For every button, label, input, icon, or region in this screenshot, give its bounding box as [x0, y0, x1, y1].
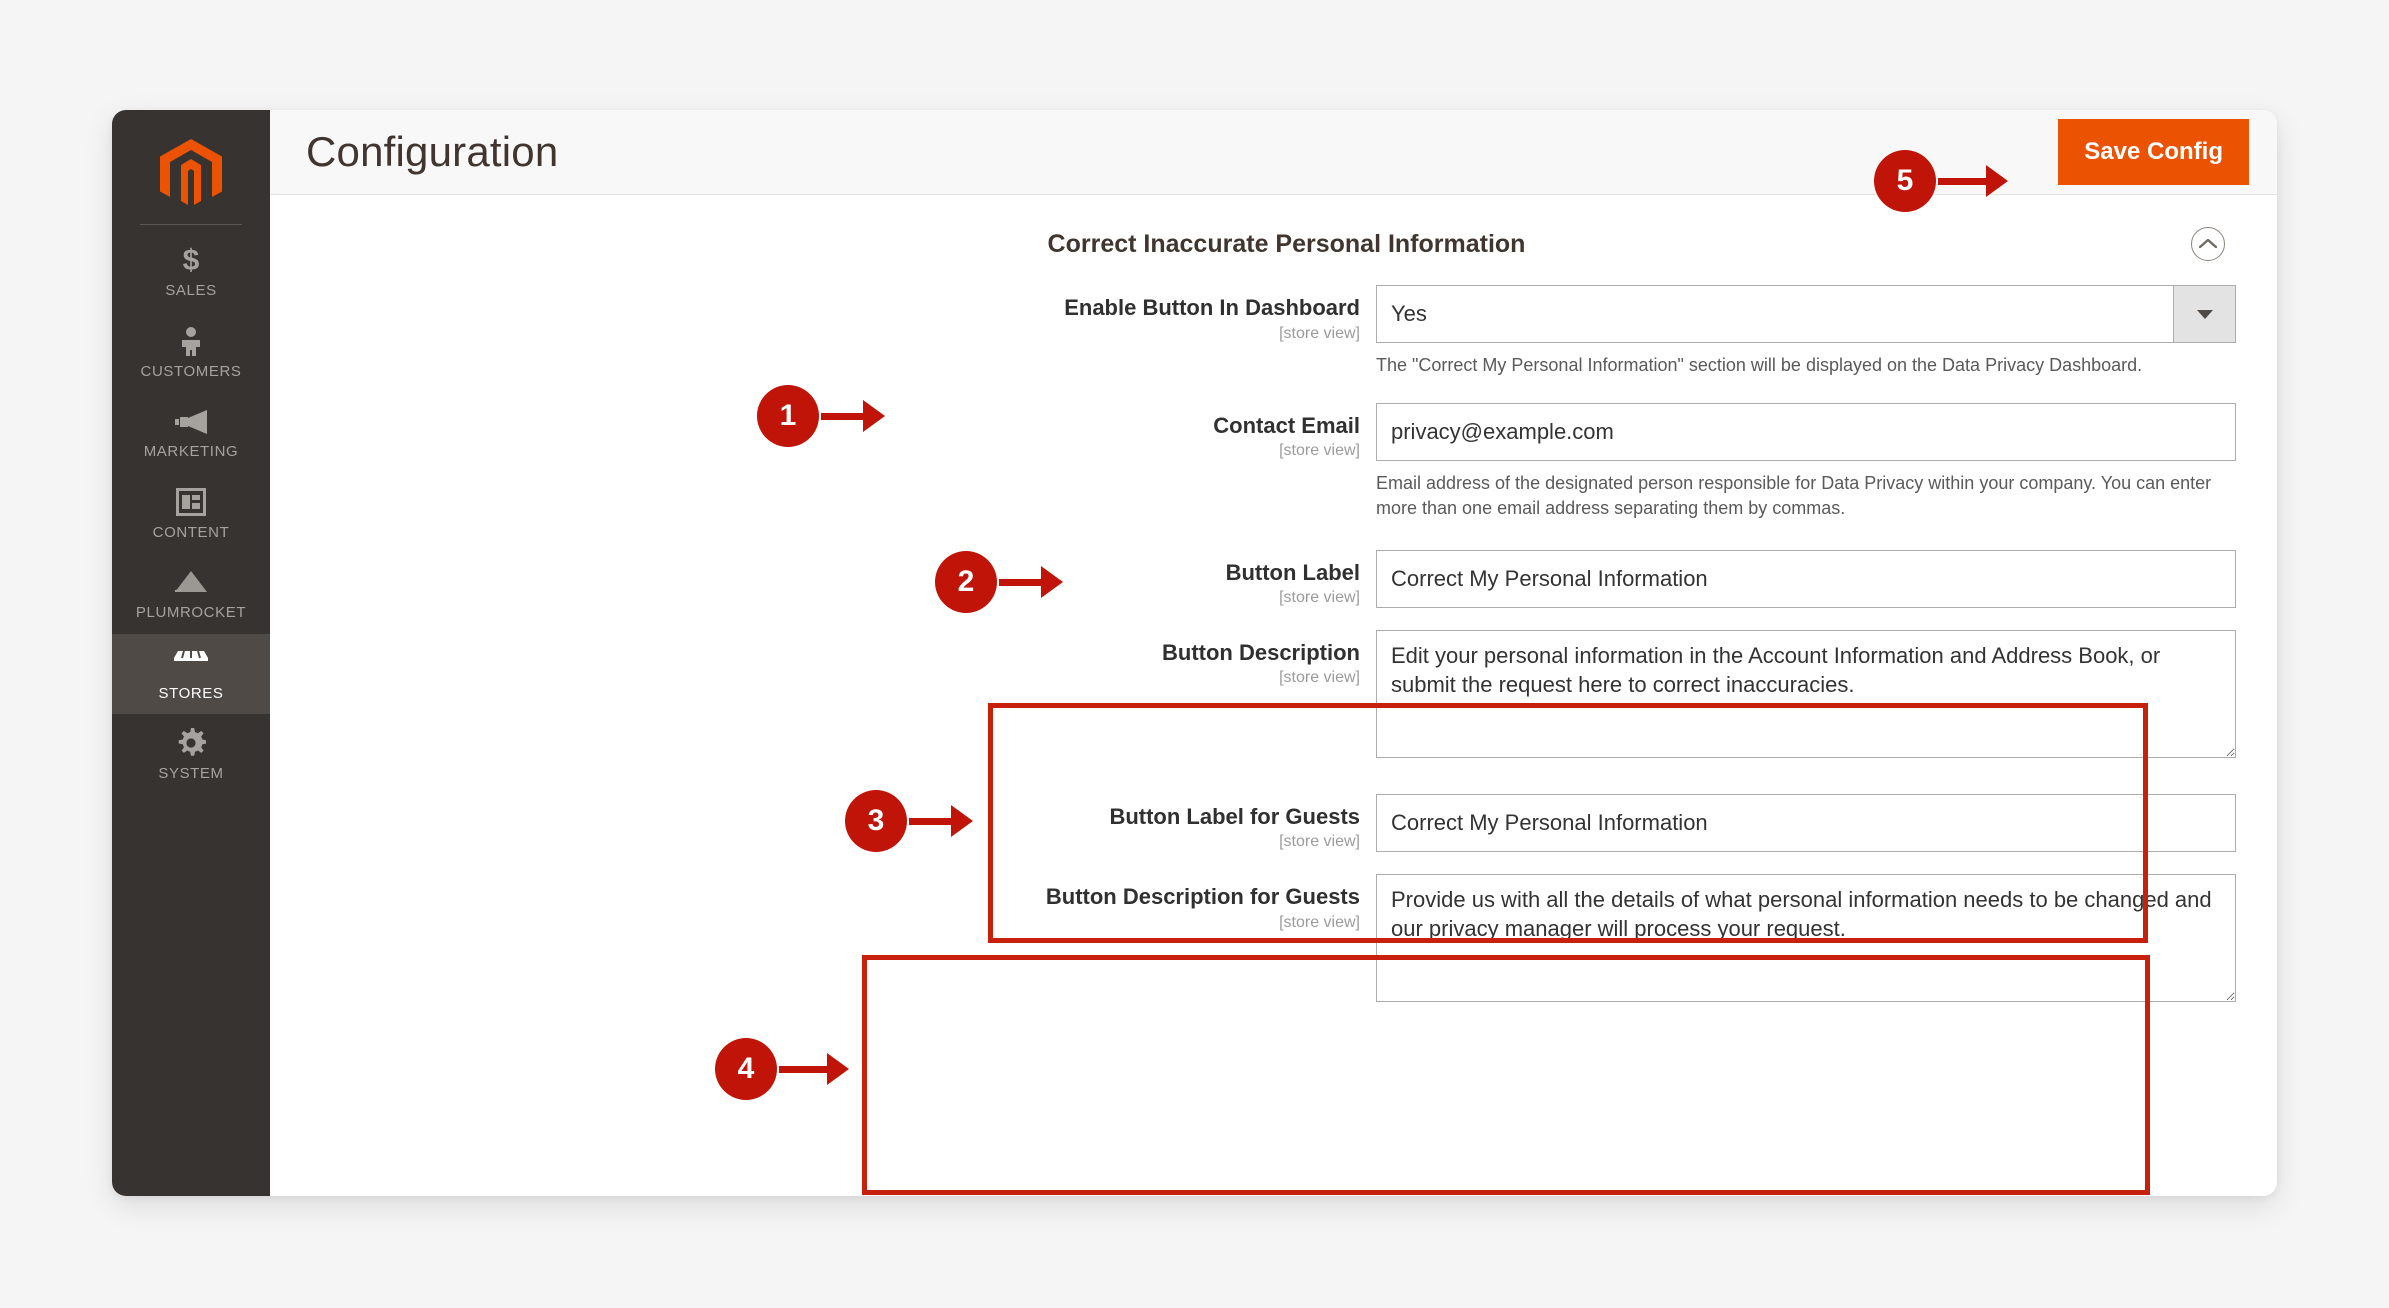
- configuration-form: Enable Button In Dashboard [store view] …: [270, 285, 2277, 1002]
- person-icon: [178, 324, 204, 358]
- page-title: Configuration: [306, 128, 559, 175]
- field-control: Edit your personal information in the Ac…: [1376, 629, 2277, 758]
- page-header: Configuration Save Config: [270, 110, 2277, 195]
- field-label-group: Button Description for Guests [store vie…: [270, 874, 1376, 932]
- field-label-group: Button Label for Guests [store view]: [270, 794, 1376, 852]
- save-config-button[interactable]: Save Config: [2058, 119, 2249, 185]
- field-contact-email: Contact Email [store view] Email address…: [270, 402, 2277, 522]
- mountain-icon: [173, 565, 209, 599]
- contact-email-input[interactable]: [1376, 402, 2236, 461]
- scope-label: [store view]: [1279, 589, 1360, 607]
- chevron-up-icon[interactable]: [2191, 227, 2225, 261]
- sidebar-item-label: CONTENT: [152, 523, 230, 541]
- scope-label: [store view]: [1279, 442, 1360, 460]
- sidebar-item-content[interactable]: CONTENT: [112, 473, 270, 554]
- field-help-text: The "Correct My Personal Information" se…: [1376, 355, 2143, 375]
- button-description-guests-textarea[interactable]: Provide us with all the details of what …: [1376, 873, 2236, 1002]
- sidebar-item-stores[interactable]: STORES: [112, 633, 270, 714]
- button-label-input[interactable]: [1376, 549, 2236, 608]
- admin-sidebar: $ SALES CUSTOMERS MARKETING CONTENT PLUM…: [112, 110, 270, 1196]
- field-control: Yes The "Correct My Personal Information…: [1376, 285, 2277, 379]
- button-description-textarea[interactable]: Edit your personal information in the Ac…: [1376, 629, 2236, 758]
- sidebar-item-marketing[interactable]: MARKETING: [112, 392, 270, 473]
- megaphone-icon: [174, 404, 208, 438]
- scope-label: [store view]: [1279, 913, 1360, 931]
- field-help-text: Email address of the designated person r…: [1376, 472, 2212, 519]
- field-control: [1376, 793, 2277, 852]
- scope-label: [store view]: [1279, 669, 1360, 687]
- button-label-guests-input[interactable]: [1376, 793, 2236, 852]
- section-title: Correct Inaccurate Personal Information: [1047, 229, 1526, 258]
- field-button-description: Button Description [store view] Edit you…: [270, 629, 2277, 758]
- field-button-label-guests: Button Label for Guests [store view]: [270, 793, 2277, 852]
- sidebar-item-label: CUSTOMERS: [140, 362, 242, 380]
- section-header: Correct Inaccurate Personal Information: [270, 195, 2277, 261]
- field-enable-button: Enable Button In Dashboard [store view] …: [270, 285, 2277, 379]
- sidebar-item-label: STORES: [158, 684, 224, 702]
- field-button-description-guests: Button Description for Guests [store vie…: [270, 873, 2277, 1002]
- layout-icon: [176, 485, 206, 519]
- sidebar-item-label: PLUMROCKET: [135, 604, 247, 621]
- select-value: Yes: [1391, 301, 1427, 326]
- field-control: [1376, 549, 2277, 608]
- sidebar-item-label: SYSTEM: [158, 765, 224, 782]
- storefront-icon: [172, 646, 210, 680]
- scope-label: [store view]: [1279, 833, 1360, 851]
- field-label-group: Enable Button In Dashboard [store view]: [270, 285, 1376, 343]
- field-label: Enable Button In Dashboard: [1064, 295, 1360, 320]
- field-label: Button Description: [1162, 639, 1360, 665]
- sidebar-item-sales[interactable]: $ SALES: [112, 231, 270, 312]
- field-label: Contact Email: [1213, 412, 1360, 438]
- scope-label: [store view]: [1279, 324, 1360, 342]
- screenshot-root: $ SALES CUSTOMERS MARKETING CONTENT PLUM…: [0, 0, 2389, 1308]
- sidebar-item-plumrocket[interactable]: PLUMROCKET: [112, 553, 270, 634]
- field-label: Button Description for Guests: [1045, 883, 1360, 909]
- magento-logo-icon[interactable]: [112, 128, 270, 220]
- admin-panel-card: $ SALES CUSTOMERS MARKETING CONTENT PLUM…: [112, 110, 2277, 1196]
- field-label-group: Contact Email [store view]: [270, 403, 1376, 461]
- enable-button-select[interactable]: Yes: [1376, 285, 2236, 343]
- sidebar-item-customers[interactable]: CUSTOMERS: [112, 312, 270, 393]
- configuration-section: Correct Inaccurate Personal Information …: [270, 195, 2277, 1196]
- field-control: Email address of the designated person r…: [1376, 402, 2277, 522]
- sidebar-item-system[interactable]: SYSTEM: [112, 714, 270, 795]
- gear-icon: [176, 726, 206, 760]
- dollar-icon: $: [178, 243, 204, 277]
- field-label: Button Label: [1225, 559, 1360, 585]
- sidebar-divider: [140, 224, 242, 225]
- field-control: Provide us with all the details of what …: [1376, 873, 2277, 1002]
- sidebar-item-label: MARKETING: [143, 443, 239, 460]
- field-button-label: Button Label [store view]: [270, 549, 2277, 608]
- main-content: Configuration Save Config Correct Inaccu…: [270, 110, 2277, 1196]
- chevron-down-icon[interactable]: [2173, 286, 2235, 342]
- field-label-group: Button Description [store view]: [270, 630, 1376, 688]
- sidebar-item-label: SALES: [165, 282, 217, 299]
- svg-text:$: $: [183, 245, 200, 275]
- field-label: Button Label for Guests: [1109, 803, 1360, 829]
- field-label-group: Button Label [store view]: [270, 550, 1376, 608]
